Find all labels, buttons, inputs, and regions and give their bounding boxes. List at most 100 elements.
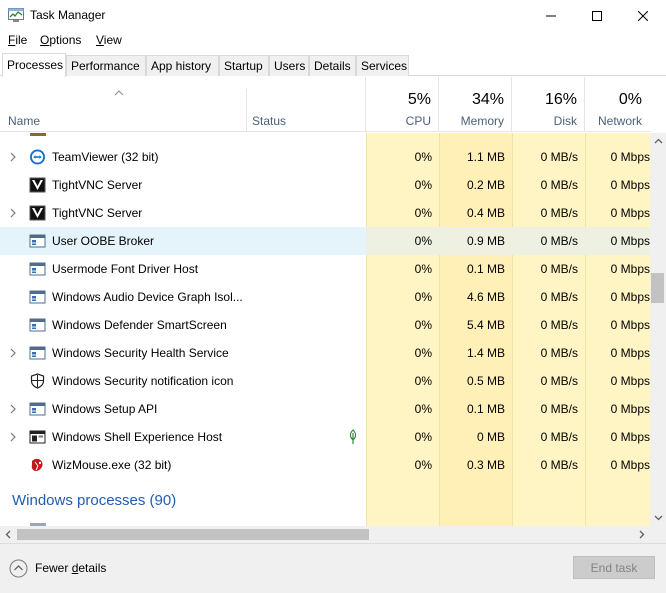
- tab-services[interactable]: Services: [356, 55, 409, 76]
- cpu-value: 0%: [414, 402, 432, 416]
- memory-value: 4.6 MB: [466, 290, 505, 304]
- process-name: Windows Audio Device Graph Isol...: [52, 290, 243, 304]
- menu-options-label: ptions: [49, 33, 82, 47]
- maximize-button[interactable]: [574, 0, 620, 31]
- process-name: TightVNC Server: [52, 178, 143, 192]
- tab-startup[interactable]: Startup: [219, 55, 269, 76]
- wizmouse-icon: [29, 457, 46, 473]
- expand-chevron-icon[interactable]: [9, 152, 17, 162]
- suspended-leaf-icon: [349, 429, 357, 444]
- horizontal-scroll-thumb[interactable]: [17, 529, 369, 540]
- minimize-button[interactable]: [528, 0, 574, 31]
- vertical-scroll-thumb[interactable]: [651, 273, 664, 303]
- memory-value: 0.1 MB: [466, 262, 505, 276]
- disk-percent: 16%: [544, 91, 577, 108]
- expand-chevron-icon[interactable]: [9, 208, 17, 218]
- window-app-icon: [29, 289, 46, 305]
- menu-view[interactable]: View: [96, 33, 122, 47]
- process-name: Windows Shell Experience Host: [52, 430, 223, 444]
- process-row[interactable]: Windows Security notification icon 0% 0.5 …: [0, 367, 650, 395]
- teamviewer-icon: [29, 149, 46, 165]
- scrollbar-corner: [650, 526, 666, 543]
- process-name: WizMouse.exe (32 bit): [52, 458, 172, 472]
- group-title: Windows processes (90): [12, 492, 177, 509]
- disk-value: 0 MB/s: [540, 402, 578, 416]
- tab-users[interactable]: Users: [269, 55, 309, 76]
- fewer-details-link[interactable]: Fewer details: [35, 561, 106, 575]
- process-row[interactable]: Usermode Font Driver Host 0% 0.1 MB 0 MB/s 0…: [0, 255, 650, 283]
- network-value: 0 Mbps: [610, 150, 650, 164]
- chevron-circle-up-icon[interactable]: [9, 559, 28, 578]
- cpu-value: 0%: [414, 318, 432, 332]
- process-name: User OOBE Broker: [52, 234, 155, 248]
- process-row[interactable]: TightVNC Server 0% 0.4 MB 0 MB/s 0 Mbps: [0, 199, 650, 227]
- process-name: Windows Defender SmartScreen: [52, 318, 227, 332]
- memory-value: 5.4 MB: [466, 318, 505, 332]
- process-row[interactable]: TightVNC Server 0% 0.2 MB 0 MB/s 0 Mbps: [0, 171, 650, 199]
- tab-app-history[interactable]: App history: [146, 55, 219, 76]
- scroll-right-arrow[interactable]: [634, 526, 650, 542]
- menu-view-mnemonic: V: [96, 33, 104, 47]
- column-cpu[interactable]: 5% CPU: [365, 77, 439, 132]
- chevron-down-icon: [654, 515, 662, 521]
- menu-file-label: ile: [15, 33, 28, 47]
- memory-value: 0.3 MB: [466, 458, 505, 472]
- memory-value: 1.4 MB: [466, 346, 505, 360]
- scroll-down-arrow[interactable]: [650, 510, 666, 526]
- expand-chevron-icon[interactable]: [9, 404, 17, 414]
- horizontal-scrollbar[interactable]: [0, 526, 650, 543]
- memory-value: 0.4 MB: [466, 206, 505, 220]
- tightvnc-icon: [29, 205, 46, 221]
- process-row[interactable]: TeamViewer (32 bit) 0% 1.1 MB 0 MB/s 0 Mbps: [0, 143, 650, 171]
- chevron-right-icon: [639, 530, 645, 538]
- column-status[interactable]: Status: [252, 114, 286, 128]
- scroll-left-arrow[interactable]: [0, 526, 16, 542]
- menu-file[interactable]: File: [8, 33, 27, 47]
- network-value: 0 Mbps: [610, 318, 650, 332]
- process-row[interactable]: Windows Shell Experience Host 0% 0 MB 0 MB/…: [0, 423, 650, 451]
- column-memory[interactable]: 34% Memory: [438, 77, 512, 132]
- cpu-value: 0%: [414, 234, 432, 248]
- process-row[interactable]: Windows Security Health Service 0% 1.4 MB 0…: [0, 339, 650, 367]
- process-row[interactable]: User OOBE Broker 0% 0.9 MB 0 MB/s 0 Mbps: [0, 227, 650, 255]
- memory-label: Memory: [460, 114, 504, 128]
- column-name[interactable]: Name: [8, 114, 40, 128]
- process-row[interactable]: Windows Setup API 0% 0.1 MB 0 MB/s 0 Mbps: [0, 395, 650, 423]
- disk-value: 0 MB/s: [540, 374, 578, 388]
- scroll-up-arrow[interactable]: [650, 133, 666, 149]
- disk-value: 0 MB/s: [540, 458, 578, 472]
- column-network[interactable]: 0% Network: [584, 77, 650, 132]
- minimize-icon: [546, 15, 556, 16]
- disk-value: 0 MB/s: [540, 262, 578, 276]
- memory-value: 1.1 MB: [466, 150, 505, 164]
- tab-details[interactable]: Details: [309, 55, 356, 76]
- process-list: Windows processes (90) TeamViewer (32 bi…: [0, 133, 650, 526]
- title-bar: Task Manager: [0, 0, 666, 31]
- disk-value: 0 MB/s: [540, 206, 578, 220]
- process-row[interactable]: WizMouse.exe (32 bit) 0% 0.3 MB 0 MB/s 0 Mbp…: [0, 451, 650, 479]
- chevron-left-icon: [5, 530, 11, 538]
- close-button[interactable]: [620, 0, 666, 31]
- network-label: Network: [597, 114, 642, 128]
- menu-options[interactable]: Options: [40, 33, 81, 47]
- process-name: Usermode Font Driver Host: [52, 262, 199, 276]
- disk-value: 0 MB/s: [540, 430, 578, 444]
- process-row[interactable]: Windows Audio Device Graph Isol... 0% 4.6 …: [0, 283, 650, 311]
- memory-value: 0 MB: [476, 430, 505, 444]
- tab-processes[interactable]: Processes: [2, 53, 66, 77]
- column-disk[interactable]: 16% Disk: [511, 77, 585, 132]
- cpu-percent: 5%: [407, 91, 431, 108]
- expand-chevron-icon[interactable]: [9, 348, 17, 358]
- vertical-scrollbar[interactable]: [650, 133, 666, 526]
- network-value: 0 Mbps: [610, 290, 650, 304]
- process-name: TeamViewer (32 bit): [52, 150, 159, 164]
- end-task-button[interactable]: End task: [573, 556, 655, 579]
- cpu-value: 0%: [414, 374, 432, 388]
- footer-bar: Fewer details End task: [0, 543, 666, 593]
- tab-bar: Processes Performance App history Startu…: [0, 53, 666, 77]
- group-header-windows-processes[interactable]: Windows processes (90): [0, 480, 650, 520]
- tab-performance[interactable]: Performance: [66, 55, 146, 76]
- expand-chevron-icon[interactable]: [9, 432, 17, 442]
- process-row[interactable]: Windows Defender SmartScreen 0% 5.4 MB 0 MB…: [0, 311, 650, 339]
- window-title: Task Manager: [30, 8, 106, 22]
